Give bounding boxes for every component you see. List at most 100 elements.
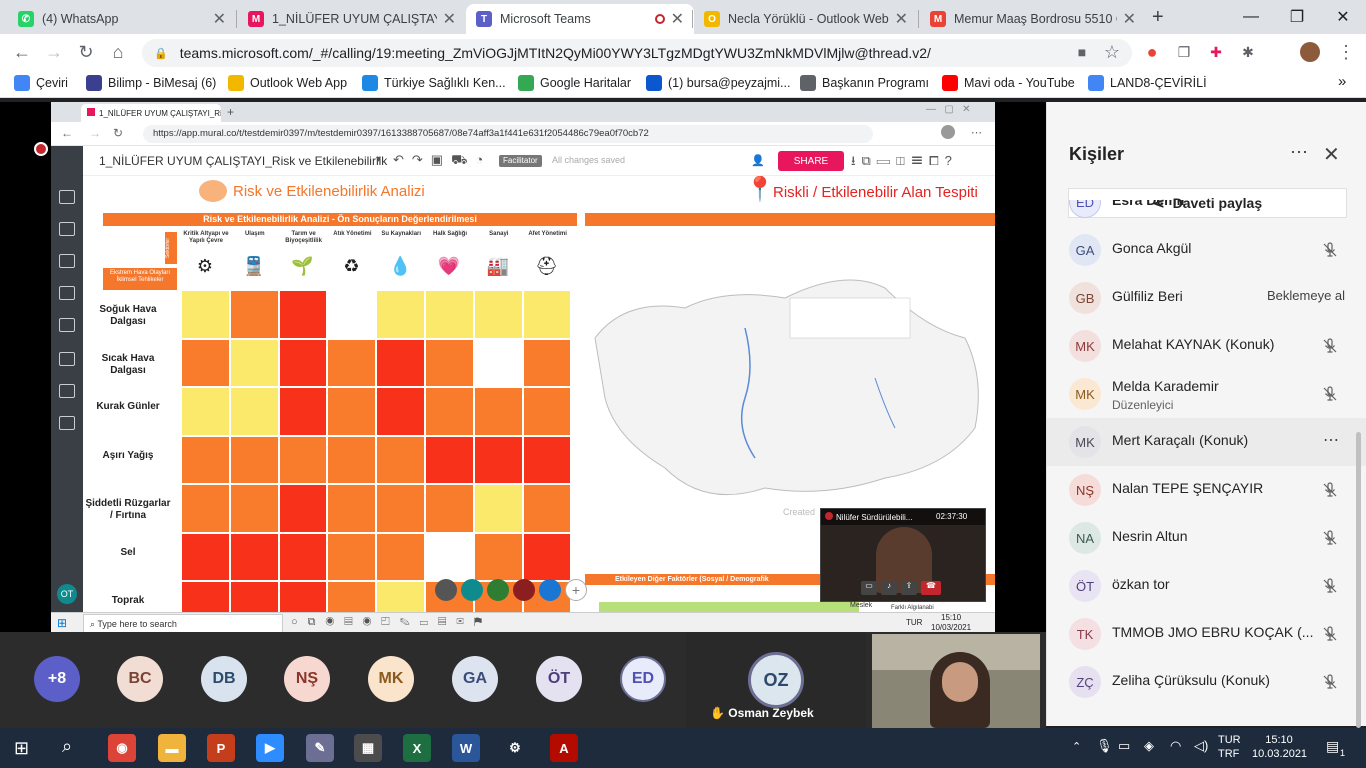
- start-icon[interactable]: ⊞: [14, 738, 29, 759]
- back-icon[interactable]: ←: [10, 40, 34, 64]
- star-icon[interactable]: ☆: [1100, 40, 1124, 64]
- mic-toggle-icon[interactable]: ♪: [881, 581, 897, 595]
- explorer-icon[interactable]: ▬: [158, 734, 186, 762]
- bookmarks-overflow-icon[interactable]: »: [1338, 73, 1346, 90]
- participant-row[interactable]: ZÇ Zeliha Çürüksulu (Konuk): [1047, 658, 1366, 706]
- forward-icon[interactable]: →: [42, 40, 66, 64]
- tab-close-icon[interactable]: ✕: [1123, 9, 1136, 29]
- tray-network-icon[interactable]: ◈: [1144, 738, 1154, 754]
- inner-start-icon: ⊞: [57, 616, 68, 630]
- participant-tile[interactable]: GA: [452, 656, 498, 702]
- participant-more-icon[interactable]: ⋯: [1323, 430, 1339, 450]
- notification-icon[interactable]: ▤: [1326, 738, 1339, 755]
- active-speaker-tile[interactable]: OZ ✋ Osman Zeybek: [686, 632, 866, 728]
- participant-row[interactable]: NA Nesrin Altun: [1047, 514, 1366, 562]
- reload-icon[interactable]: ↻: [74, 40, 98, 64]
- participant-tile[interactable]: ED: [620, 656, 666, 702]
- mural-tool-icon: [59, 416, 75, 430]
- matrix-cell: [327, 484, 377, 533]
- bookmark-item[interactable]: Google Haritalar: [518, 75, 631, 91]
- settings-icon[interactable]: ⚙: [501, 734, 529, 762]
- hangup-icon[interactable]: ☎: [921, 581, 941, 595]
- self-view[interactable]: Nilüfer Sürdürülebili... 02:37:30 ▭ ♪ ⇪ …: [820, 508, 986, 602]
- video-toggle-icon[interactable]: ▭: [861, 581, 877, 595]
- close-window-icon[interactable]: ✕: [1320, 0, 1366, 34]
- mural-tool-icon: [59, 384, 75, 398]
- extension-plus-icon[interactable]: ✚: [1204, 40, 1228, 64]
- calculator-icon[interactable]: ▦: [354, 734, 382, 762]
- bookmark-item[interactable]: Çeviri: [14, 75, 68, 91]
- powerpoint-icon[interactable]: P: [207, 734, 235, 762]
- inner-menu-icon: ⋯: [971, 127, 982, 139]
- scrollbar[interactable]: [1356, 432, 1361, 728]
- participant-row[interactable]: MK Mert Karaçalı (Konuk) ⋯: [1047, 418, 1366, 466]
- tray-mic-icon[interactable]: 🎙: [1096, 738, 1113, 754]
- bookmark-item[interactable]: Başkanın Programı: [800, 75, 929, 91]
- chrome-icon[interactable]: ◉: [108, 734, 136, 762]
- camera-icon[interactable]: ■: [1070, 40, 1094, 64]
- profile-avatar[interactable]: [1300, 42, 1320, 62]
- word-icon[interactable]: W: [452, 734, 480, 762]
- participant-tile[interactable]: ÖT: [536, 656, 582, 702]
- url-text: teams.microsoft.com/_#/calling/19:meetin…: [179, 45, 931, 61]
- menu-dots-icon[interactable]: ⋮: [1334, 40, 1358, 64]
- participant-tile[interactable]: BC: [117, 656, 163, 702]
- paint-icon[interactable]: ✎: [306, 734, 334, 762]
- more-options-icon[interactable]: ⋯: [1290, 142, 1308, 163]
- inner-tab[interactable]: 1_NİLÜFER UYUM ÇALIŞTAYI_Ri...: [81, 104, 221, 122]
- bookmark-item[interactable]: Mavi oda - YouTube: [942, 75, 1075, 91]
- participant-row[interactable]: NŞ Nalan TEPE ŞENÇAYIR: [1047, 466, 1366, 514]
- sector-icon: 🌱: [291, 255, 314, 276]
- tab-close-icon[interactable]: ✕: [213, 9, 226, 29]
- zoom-icon[interactable]: ▶: [256, 734, 284, 762]
- participant-row[interactable]: ED Esra Demir: [1047, 200, 1366, 226]
- video-tile[interactable]: [872, 634, 1040, 728]
- tab-favicon-icon: T: [476, 11, 492, 27]
- tray-chevron-icon[interactable]: ⌃: [1072, 740, 1081, 753]
- tray-volume-icon[interactable]: ◁): [1194, 738, 1208, 754]
- tray-battery-icon[interactable]: ▭: [1118, 738, 1130, 754]
- address-bar[interactable]: 🔒 teams.microsoft.com/_#/calling/19:meet…: [142, 39, 1132, 67]
- participant-row[interactable]: TK TMMOB JMO EBRU KOÇAK (...: [1047, 610, 1366, 658]
- participant-row[interactable]: ÖT özkan tor: [1047, 562, 1366, 610]
- participant-tile[interactable]: NŞ: [284, 656, 330, 702]
- excel-icon[interactable]: X: [403, 734, 431, 762]
- browser-tab[interactable]: ✆ (4) WhatsApp ✕: [8, 4, 236, 34]
- share-toggle-icon[interactable]: ⇪: [901, 581, 917, 595]
- participant-row[interactable]: GB Gülfiliz Beri Beklemeye al: [1047, 274, 1366, 322]
- bookmark-item[interactable]: Bilimp - BiMesaj (6): [86, 75, 216, 91]
- tray-wifi-icon[interactable]: ◠: [1170, 738, 1181, 754]
- tab-close-icon[interactable]: ✕: [443, 9, 456, 29]
- tab-close-icon[interactable]: ✕: [895, 9, 908, 29]
- self-view-header: Nilüfer Sürdürülebili... 02:37:30: [821, 509, 985, 525]
- browser-tab[interactable]: M 1_NİLÜFER UYUM ÇALIŞTAYI_R ✕: [238, 4, 466, 34]
- close-icon[interactable]: ✕: [1323, 142, 1340, 167]
- bookmark-item[interactable]: (1) bursa@peyzajmi...: [646, 75, 790, 91]
- minimize-icon[interactable]: —: [1228, 0, 1274, 34]
- participant-row[interactable]: GA Gonca Akgül: [1047, 226, 1366, 274]
- matrix-cell: [181, 290, 230, 339]
- browser-tab[interactable]: O Necla Yörüklü - Outlook Web A ✕: [694, 4, 918, 34]
- participant-tile[interactable]: DB: [201, 656, 247, 702]
- acrobat-icon[interactable]: A: [550, 734, 578, 762]
- tray-clock[interactable]: 15:10 10.03.2021: [1252, 733, 1307, 761]
- tab-close-icon[interactable]: ✕: [671, 9, 684, 29]
- bookmark-item[interactable]: Türkiye Sağlıklı Ken...: [362, 75, 506, 91]
- extension-copy-icon[interactable]: ❐: [1172, 40, 1196, 64]
- search-icon[interactable]: ⌕: [62, 736, 72, 757]
- bookmark-item[interactable]: LAND8-ÇEVİRİLİ: [1088, 75, 1207, 91]
- tray-language[interactable]: TUR TRF: [1218, 733, 1241, 761]
- browser-tab[interactable]: T Microsoft Teams ✕: [466, 4, 694, 34]
- new-tab-icon[interactable]: +: [1152, 6, 1164, 29]
- home-icon[interactable]: ⌂: [106, 40, 130, 64]
- extension-red-icon[interactable]: ●: [1140, 40, 1164, 64]
- bookmark-item[interactable]: Outlook Web App: [228, 75, 347, 91]
- maximize-icon[interactable]: ❐: [1274, 0, 1320, 34]
- extension-puzzle-icon[interactable]: ✱: [1236, 40, 1260, 64]
- matrix-column-label: Ulaşım: [244, 231, 265, 237]
- participant-tile[interactable]: MK: [368, 656, 414, 702]
- more-participants-button[interactable]: +8: [34, 656, 80, 702]
- browser-tab[interactable]: M Memur Maaş Bordrosu 5510 Ç ✕: [920, 4, 1146, 34]
- participant-row[interactable]: MK Melahat KAYNAK (Konuk): [1047, 322, 1366, 370]
- participant-row[interactable]: MK Melda Karademir Düzenleyici: [1047, 370, 1366, 418]
